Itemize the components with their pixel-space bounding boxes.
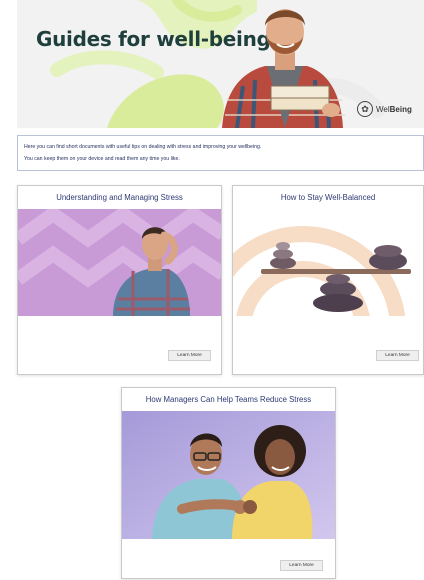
logo-text-bold: Being bbox=[389, 104, 412, 114]
wellbeing-logo: ✿ WelBeing bbox=[357, 101, 412, 117]
card-title: How Managers Can Help Teams Reduce Stres… bbox=[145, 395, 312, 404]
learn-more-button-managers[interactable]: Learn More bbox=[280, 560, 323, 571]
learn-more-button-stress[interactable]: Learn More bbox=[168, 350, 211, 361]
intro-line-2: You can keep them on your device and rea… bbox=[24, 156, 180, 162]
card-title: Understanding and Managing Stress bbox=[56, 193, 183, 202]
card-title: How to Stay Well-Balanced bbox=[280, 193, 376, 202]
guide-card-managers: How Managers Can Help Teams Reduce Stres… bbox=[121, 387, 336, 579]
card-image-stressed-man bbox=[18, 209, 221, 316]
card-image-team-fistbump bbox=[122, 411, 335, 539]
banner-person-image bbox=[222, 9, 345, 128]
guide-card-stress: Understanding and Managing Stress Learn … bbox=[17, 185, 222, 375]
learn-more-button-balance[interactable]: Learn More bbox=[376, 350, 419, 361]
logo-text-prefix: Wel bbox=[376, 104, 390, 114]
card-image-balance-stones bbox=[233, 209, 423, 316]
intro-box: Here you can find short documents with u… bbox=[17, 135, 424, 171]
intro-line-1: Here you can find short documents with u… bbox=[24, 144, 262, 150]
guide-card-balance: How to Stay Well-Balanced Learn More bbox=[232, 185, 424, 375]
hero-banner: Guides for well-being ✿ WelBeing bbox=[17, 0, 424, 128]
wellbeing-logo-icon: ✿ bbox=[357, 101, 373, 117]
